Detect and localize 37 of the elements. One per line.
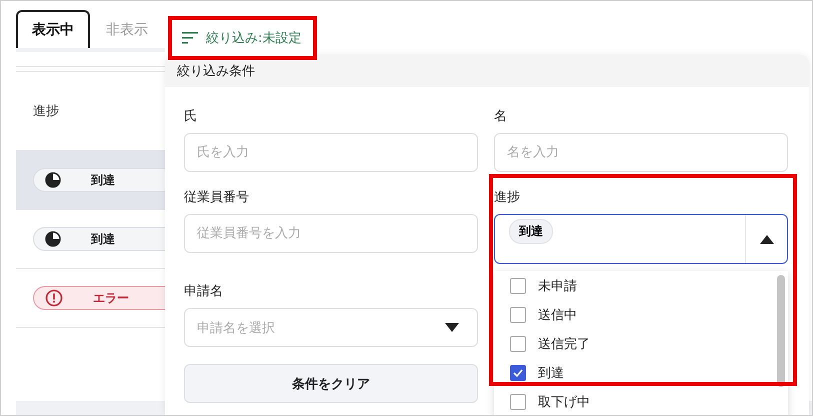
tab[interactable]: 表示中 — [16, 10, 90, 48]
dropdown-option[interactable]: 取下げ中 — [494, 387, 788, 415]
text-field[interactable]: 従業員番号を入力 — [184, 214, 478, 253]
clear-button[interactable]: 条件をクリア — [184, 364, 478, 403]
checkbox[interactable] — [510, 278, 526, 294]
dropdown-option[interactable]: 未申請 — [494, 271, 788, 300]
checkbox[interactable] — [510, 306, 526, 322]
check-icon — [512, 366, 524, 378]
status-badge: 到達 — [33, 227, 165, 251]
text-field[interactable]: 氏を入力 — [184, 133, 478, 172]
multi-select-field[interactable]: 到達 — [494, 214, 788, 264]
field-label: 進捗 — [494, 190, 521, 206]
field-label: 名 — [494, 109, 508, 125]
checkbox[interactable] — [510, 364, 526, 380]
panel-title: 絞り込み条件 — [177, 63, 255, 80]
dropdown-option[interactable]: 到達 — [494, 358, 788, 387]
status-badge: 到達 — [33, 168, 165, 192]
column-header: 進捗 — [33, 103, 59, 120]
field-label: 申請名 — [184, 284, 224, 300]
table-row[interactable]: 到達 — [16, 151, 165, 210]
checkbox[interactable] — [510, 394, 526, 410]
dropdown-icon — [445, 323, 459, 332]
field-label: 氏 — [184, 109, 198, 125]
checkbox[interactable] — [510, 336, 526, 352]
dropdown-option[interactable]: 送信中 — [494, 300, 788, 329]
field-label: 従業員番号 — [184, 190, 250, 206]
selected-chip[interactable]: 到達 — [509, 219, 553, 244]
dropdown-option[interactable]: 送信完了 — [494, 329, 788, 358]
scrollbar[interactable] — [777, 275, 785, 387]
collapse-icon — [760, 234, 774, 244]
alert-icon — [45, 289, 63, 307]
filter-icon — [182, 32, 198, 44]
status-badge: エラー — [33, 286, 165, 310]
progress-icon — [45, 231, 61, 247]
progress-icon — [45, 172, 61, 188]
filter-button[interactable]: 絞り込み:未設定 — [168, 16, 318, 60]
text-field[interactable]: 名を入力 — [494, 133, 788, 172]
